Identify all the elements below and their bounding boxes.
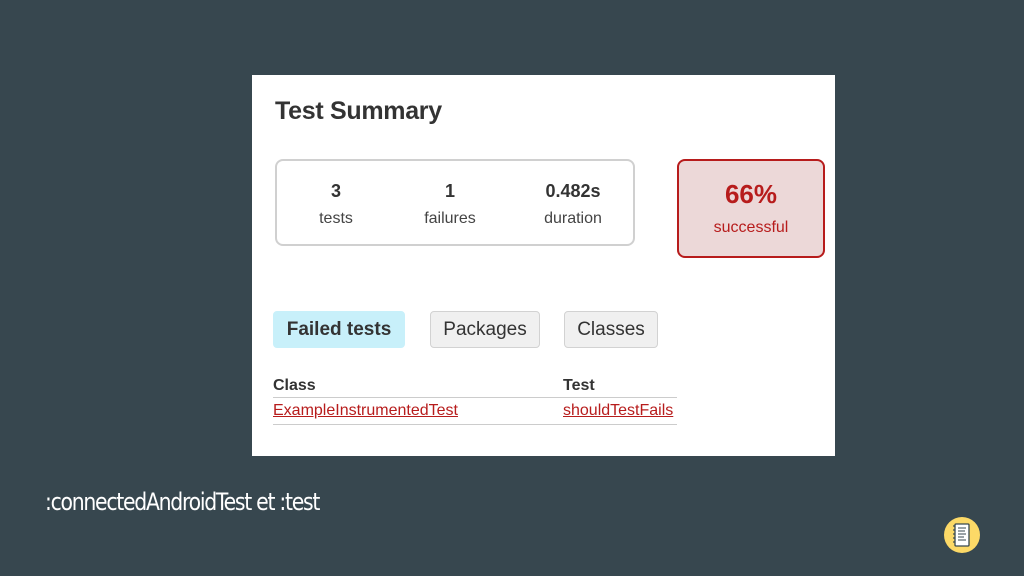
success-rate-label: successful [713,219,789,236]
summary-box: 3 tests 1 failures 0.482s duration [275,159,635,246]
class-cell: ExampleInstrumentedTest [273,397,563,425]
column-header-test: Test [563,374,677,398]
tab-packages[interactable]: Packages [430,311,540,348]
column-header-class: Class [273,374,563,398]
page-title: Test Summary [275,97,442,125]
success-rate-box: 66% successful [677,159,825,258]
class-link[interactable]: ExampleInstrumentedTest [273,402,458,419]
test-report-screenshot: Test Summary 3 tests 1 failures 0.482s d… [252,75,835,456]
test-cell: shouldTestFails [563,397,677,425]
duration-label: duration [544,210,602,227]
stat-failures: 1 failures [395,179,505,228]
table-header-row: Class Test [273,374,677,398]
table-row: ExampleInstrumentedTest shouldTestFails [273,397,677,425]
stat-duration: 0.482s duration [518,179,628,228]
failures-label: failures [424,210,476,227]
test-link[interactable]: shouldTestFails [563,402,673,419]
tab-failed-tests[interactable]: Failed tests [273,311,405,348]
slide-caption: :connectedAndroidTest et :test [45,488,320,516]
failed-tests-table: Class Test ExampleInstrumentedTest shoul… [273,374,677,425]
notebook-icon [944,517,980,553]
stat-tests: 3 tests [281,179,391,228]
tab-classes[interactable]: Classes [564,311,658,348]
failures-count: 1 [444,181,455,201]
success-rate-value: 66% [724,179,778,209]
tests-label: tests [319,210,353,227]
tests-count: 3 [330,181,341,201]
duration-value: 0.482s [545,181,601,201]
